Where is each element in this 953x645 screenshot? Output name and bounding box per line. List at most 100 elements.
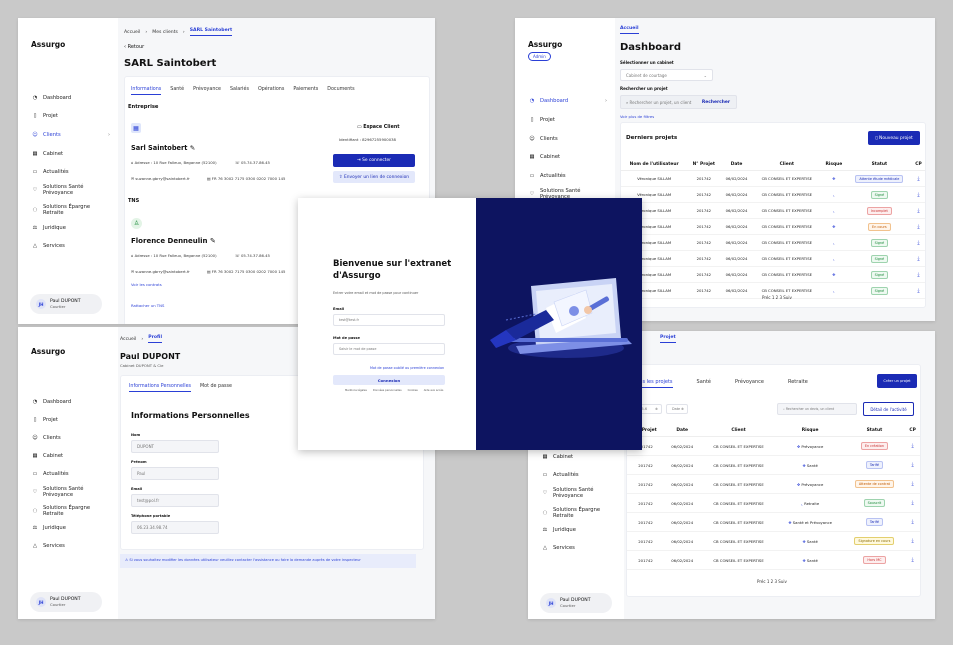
sidebar-item-services[interactable]: △ Services [528,544,628,552]
privacy-link[interactable]: Données personnelles [373,389,402,392]
sidebar-item-cabinet[interactable]: ▦ Cabinet [515,153,615,161]
sidebar-item-dashboard[interactable]: ◔ Dashboard [18,398,118,406]
table-row[interactable]: Véronique SILLAM 201742 06/02/2024 CB CONSE… [621,218,925,235]
create-project-button[interactable]: Créer un projet [877,374,917,388]
download-icon[interactable]: ⤓ [911,218,925,235]
sidebar-item-actualites[interactable]: ▭ Actualités [528,471,628,479]
back-link[interactable]: ‹ Retour [124,44,144,50]
sidebar-item-actualites[interactable]: ▭ Actualités [515,172,615,180]
table-row[interactable]: 201742 06/02/2024 CB CONSEIL ET EXPERTISE ✥… [627,531,920,551]
sidebar-item-epargne[interactable]: ◌ Solutions Épargne Retraite [18,204,113,216]
tab-sante[interactable]: Santé [170,87,184,95]
sidebar-item-clients[interactable]: ☺ Clients [515,135,615,143]
table-row[interactable]: Véronique SILLAM 201742 06/02/2024 CB CONSE… [621,250,925,267]
table-row[interactable]: Véronique SILLAM 201742 06/02/2024 CB CONSE… [621,170,925,187]
sidebar-item-juridique[interactable]: ⚖ Juridique [18,524,118,532]
download-icon[interactable]: ⤓ [911,170,925,187]
sidebar-item-projet[interactable]: ▯ Projet [515,116,615,124]
view-contracts-link[interactable]: Voir les contrats [131,282,162,287]
breadcrumb-clients[interactable]: Mes clients [152,30,178,35]
table-row[interactable]: Véronique SILLAM 201742 06/02/2024 CB CONSE… [621,266,925,283]
download-icon[interactable]: ⤓ [911,250,925,267]
sidebar-item-clients[interactable]: ☺ Clients › [18,131,118,139]
user-card[interactable]: JH Paul DUPONT Courtier [30,592,102,612]
sidebar-item-actualites[interactable]: ▭ Actualités [18,168,118,176]
tab-prevoyance[interactable]: Prévoyance [735,379,764,388]
download-icon[interactable]: ⤓ [911,234,925,251]
sidebar-item-sante[interactable]: ♡ Solutions Santé Prévoyance [18,184,113,196]
download-icon[interactable]: ⤓ [905,474,920,494]
sidebar-item-cabinet[interactable]: ▦ Cabinet [528,453,628,461]
sidebar-item-sante[interactable]: ♡ Solutions Santé Prévoyance [528,487,623,499]
help-link[interactable]: Aide aux accès [424,389,444,392]
connect-button[interactable]: ⇥ Se connecter [333,154,415,167]
search-input[interactable]: ⌕ Rechercher un devis, un client [777,403,857,415]
download-icon[interactable]: ⤓ [905,455,920,475]
cookies-link[interactable]: Cookies [408,389,418,392]
more-filters-link[interactable]: Voir plus de filtres [620,114,654,119]
download-icon[interactable]: ⤓ [911,282,925,299]
phone-field[interactable]: 06.23.34.98.74 [131,521,219,534]
password-field[interactable]: Saisir le mot de passe [333,343,445,355]
sidebar-item-services[interactable]: △ Services [18,242,118,250]
download-icon[interactable]: ⤓ [905,550,920,570]
sidebar-item-services[interactable]: △ Services [18,542,118,550]
prenom-field[interactable]: Paul [131,467,219,480]
table-row[interactable]: Véronique SILLAM 201742 06/02/2024 CB CONSE… [621,234,925,251]
table-row[interactable]: 201742 06/02/2024 CB CONSEIL ET EXPERTISE ✥… [627,512,920,532]
nom-field[interactable]: DUPONT [131,440,219,453]
email-field[interactable]: test@test.fr [333,314,445,326]
close-icon[interactable]: ⊗ [681,407,684,411]
tab-operations[interactable]: Opérations [258,87,284,95]
sidebar-item-actualites[interactable]: ▭ Actualités [18,470,118,478]
sidebar-item-clients[interactable]: ☺ Clients [18,434,118,442]
table-row[interactable]: 201742 06/02/2024 CB CONSEIL ET EXPERTISE ✥… [627,550,920,570]
send-link-button[interactable]: ⇧ Envoyer un lien de connexion [333,171,415,183]
login-button[interactable]: Connexion [333,375,445,385]
date-filter[interactable]: Date ⊗ [666,404,688,414]
sidebar-item-dashboard[interactable]: ◔ Dashboard › [515,97,615,105]
tab-documents[interactable]: Documents [327,87,354,95]
sidebar-item-juridique[interactable]: ⚖ Juridique [528,526,628,534]
user-card[interactable]: JH Paul DUPONT Courtier [30,294,102,314]
download-icon[interactable]: ⤓ [905,436,920,456]
sidebar-item-projet[interactable]: ▯ Projet [18,112,118,120]
edit-icon[interactable]: ✎ [210,237,216,245]
activity-button[interactable]: Détail de l'activité [863,402,914,416]
forgot-password-link[interactable]: Mot de passe oublié ou première connexio… [370,366,444,370]
search-input[interactable]: ⌕ Rechercher un projet, un client Recherc… [620,95,737,109]
download-icon[interactable]: ⤓ [905,493,920,513]
breadcrumb-accueil[interactable]: Accueil [120,337,136,342]
email-field[interactable]: test@pol.fr [131,494,219,507]
download-icon[interactable]: ⤓ [911,202,925,219]
tab-prevoyance[interactable]: Prévoyance [193,87,221,95]
legal-link[interactable]: Mentions légales [345,389,367,392]
table-row[interactable]: 201742 06/02/2024 CB CONSEIL ET EXPERTISE ✥… [627,474,920,494]
tab-salaries[interactable]: Salariés [230,87,249,95]
table-row[interactable]: 201742 06/02/2024 CB CONSEIL ET EXPERTISE ✥… [627,455,920,475]
tab-informations[interactable]: Informations [131,87,162,95]
user-card[interactable]: JH Paul DUPONT Courtier [540,593,612,613]
table-row[interactable]: 201742 06/02/2024 CB CONSEIL ET EXPERTISE ✥… [627,436,920,456]
download-icon[interactable]: ⤓ [905,512,920,532]
edit-icon[interactable]: ✎ [190,144,196,152]
sidebar-item-cabinet[interactable]: ▦ Cabinet [18,452,118,460]
new-project-button[interactable]: ▯ Nouveau projet [868,131,920,145]
close-icon[interactable]: ⊗ [655,407,658,411]
tab-paiements[interactable]: Paiements [293,87,318,95]
sidebar-item-cabinet[interactable]: ▦ Cabinet [18,150,118,158]
breadcrumb-accueil[interactable]: Accueil [124,30,140,35]
tab-sante[interactable]: Santé [697,379,711,388]
download-icon[interactable]: ⤓ [911,186,925,203]
pagination[interactable]: Préc 1 2 3 Suiv [762,295,792,300]
table-row[interactable]: Véronique SILLAM 201742 06/02/2024 CB CONSE… [621,202,925,219]
sidebar-item-sante[interactable]: ♡ Solutions Santé Prévoyance [18,486,113,498]
download-icon[interactable]: ⤓ [911,266,925,283]
sidebar-item-dashboard[interactable]: ◔ Dashboard [18,94,118,102]
search-button[interactable]: Rechercher [702,100,730,105]
tab-password[interactable]: Mot de passe [200,384,232,392]
tab-infos[interactable]: Informations Personnelles [129,384,192,392]
sidebar-item-projet[interactable]: ▯ Projet [18,416,118,424]
add-tns-link[interactable]: Rattacher un TNS [131,303,164,308]
sidebar-item-epargne[interactable]: ◌ Solutions Épargne Retraite [18,505,113,517]
